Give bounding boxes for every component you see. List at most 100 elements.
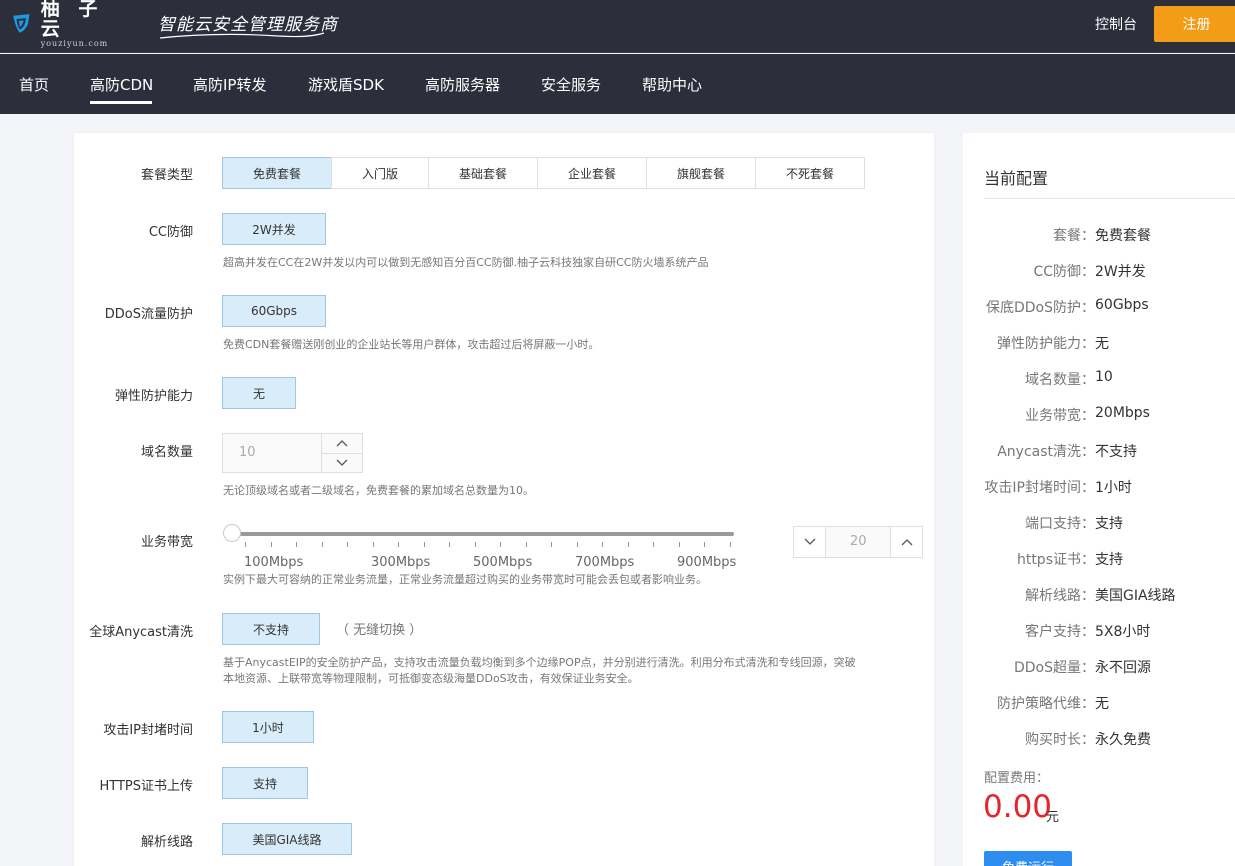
nav-item-cdn[interactable]: 高防CDN (90, 74, 153, 95)
elastic-option[interactable]: 无 (222, 377, 296, 409)
ddos-hint: 免费CDN套餐赠送刚创业的企业站长等用户群体，攻击超过后将屏蔽一小时。 (223, 338, 600, 351)
domains-hint: 无论顶级域名或者二级域名，免费套餐的累加域名总数量为10。 (223, 484, 534, 497)
summary-row: 端口支持： 支持 (963, 513, 1235, 533)
summary-row: 客户支持： 5X8小时 (963, 621, 1235, 641)
slider-tick (322, 542, 323, 547)
summary-key: 域名数量： (1025, 372, 1095, 388)
summary-row: Anycast清洗： 不支持 (963, 441, 1235, 461)
summary-value: 免费套餐 (1095, 228, 1151, 244)
fee-label: 配置费用： (984, 771, 1050, 786)
summary-key: CC防御： (1033, 264, 1095, 280)
dns-line-option[interactable]: 美国GIA线路 (222, 823, 352, 855)
package-option-basic[interactable]: 基础套餐 (428, 157, 538, 189)
summary-title: 当前配置 (984, 169, 1049, 188)
summary-value: 支持 (1095, 516, 1123, 532)
summary-key: 端口支持： (1025, 516, 1095, 532)
bandwidth-decrease-button[interactable] (794, 527, 826, 557)
nav-item-home[interactable]: 首页 (19, 74, 49, 95)
slider-tick (679, 542, 680, 547)
anycast-hint-line2: 本地资源、上联带宽等物理限制，可抵御变态级海量DDoS攻击，有效保证业务安全。 (223, 672, 639, 685)
buy-button[interactable]: 免费运行 (984, 851, 1072, 866)
slider-tick (449, 542, 450, 547)
nav-item-help[interactable]: 帮助中心 (642, 74, 702, 95)
ip-block-label: 攻击IP封堵时间 (103, 723, 193, 738)
package-option-starter[interactable]: 入门版 (331, 157, 429, 189)
summary-value: 无 (1095, 696, 1109, 712)
ip-block-option[interactable]: 1小时 (222, 711, 314, 743)
domains-label: 域名数量 (140, 445, 193, 460)
nav-item-ip-forward[interactable]: 高防IP转发 (193, 74, 266, 95)
elastic-label: 弹性防护能力 (114, 389, 193, 404)
summary-row: 保底DDoS防护： 60Gbps (963, 297, 1235, 317)
slider-tick (551, 542, 552, 547)
chevron-down-icon[interactable] (336, 459, 348, 467)
ddos-option[interactable]: 60Gbps (222, 295, 326, 327)
slider-tick (730, 542, 731, 547)
cc-label: CC防御 (148, 225, 193, 240)
slider-tick (628, 542, 629, 547)
ddos-label: DDoS流量防护 (104, 307, 193, 322)
logo-cn-text: 柚 子 云 (40, 0, 104, 40)
anycast-label: 全球Anycast清洗 (89, 625, 193, 640)
summary-row: 解析线路： 美国GIA线路 (963, 585, 1235, 605)
cc-hint: 超高并发在CC在2W并发以内可以做到无感知百分百CC防御.柚子云科技独家自研CC… (223, 256, 709, 269)
summary-panel: 当前配置 套餐： 免费套餐 CC防御： 2W并发 保底DDoS防护： 60Gbps 弹… (963, 133, 1235, 866)
summary-row: 购买时长： 永久免费 (963, 729, 1235, 749)
bandwidth-stepper[interactable]: 20 (793, 526, 923, 558)
summary-value: 支持 (1095, 552, 1123, 568)
bandwidth-value[interactable]: 20 (850, 534, 867, 549)
summary-value: 2W并发 (1095, 264, 1146, 280)
bandwidth-slider-track[interactable] (224, 532, 734, 536)
chevron-up-icon[interactable] (336, 439, 348, 447)
summary-value: 5X8小时 (1095, 624, 1151, 640)
summary-value: 20Mbps (1095, 405, 1150, 421)
https-label: HTTPS证书上传 (99, 779, 193, 794)
anycast-option[interactable]: 不支持 (222, 613, 320, 645)
slogan-underline-icon (159, 32, 325, 39)
slider-tick-label: 700Mbps (575, 555, 635, 570)
slider-tick (347, 542, 348, 547)
slider-tick (398, 542, 399, 547)
register-button[interactable]: 注册 (1154, 6, 1235, 42)
bandwidth-slider-thumb[interactable] (223, 524, 241, 542)
nav-item-server[interactable]: 高防服务器 (425, 74, 500, 95)
slider-tick (475, 542, 476, 547)
slider-tick (373, 542, 374, 547)
package-option-free[interactable]: 免费套餐 (222, 157, 332, 189)
summary-row: 攻击IP封堵时间： 1小时 (963, 477, 1235, 497)
console-link[interactable]: 控制台 (1095, 14, 1137, 34)
slider-tick (526, 542, 527, 547)
domains-value[interactable]: 10 (239, 445, 256, 460)
nav-item-game-sdk[interactable]: 游戏盾SDK (308, 74, 384, 95)
logo-en-text: youziyun.com (40, 38, 109, 48)
nav-item-security[interactable]: 安全服务 (541, 74, 601, 95)
summary-value: 无 (1095, 336, 1109, 352)
bandwidth-increase-button[interactable] (890, 527, 922, 557)
slider-tick-label: 500Mbps (473, 555, 533, 570)
slider-tick (500, 542, 501, 547)
package-option-flagship[interactable]: 旗舰套餐 (646, 157, 756, 189)
domains-stepper[interactable]: 10 (222, 433, 363, 473)
cc-option[interactable]: 2W并发 (222, 213, 326, 245)
top-header: 柚 子 云 youziyun.com 智能云安全管理服务商 控制台 注册 (0, 0, 1235, 53)
summary-key: 保底DDoS防护： (985, 300, 1095, 316)
package-option-enterprise[interactable]: 企业套餐 (537, 157, 647, 189)
chevron-up-icon (901, 539, 913, 546)
summary-key: 防护策略代维： (997, 696, 1095, 712)
summary-row: https证书： 支持 (963, 549, 1235, 569)
summary-row: 业务带宽： 20Mbps (963, 405, 1235, 425)
summary-row: 防护策略代维：无 (963, 693, 1235, 713)
summary-value: 永不回源 (1095, 660, 1151, 676)
summary-key: 购买时长： (1025, 732, 1095, 748)
summary-row: 域名数量： 10 (963, 369, 1235, 389)
summary-row: 弹性防护能力：无 (963, 333, 1235, 353)
logo[interactable]: 柚 子 云 youziyun.com (10, 0, 122, 48)
chevron-down-icon (804, 538, 816, 545)
summary-value: 1小时 (1095, 480, 1132, 496)
slider-tick (653, 542, 654, 547)
slider-tick-label: 300Mbps (371, 555, 431, 570)
https-option[interactable]: 支持 (222, 767, 308, 799)
summary-row: CC防御： 2W并发 (963, 261, 1235, 281)
slider-tick (704, 542, 705, 547)
package-option-immortal[interactable]: 不死套餐 (755, 157, 865, 189)
